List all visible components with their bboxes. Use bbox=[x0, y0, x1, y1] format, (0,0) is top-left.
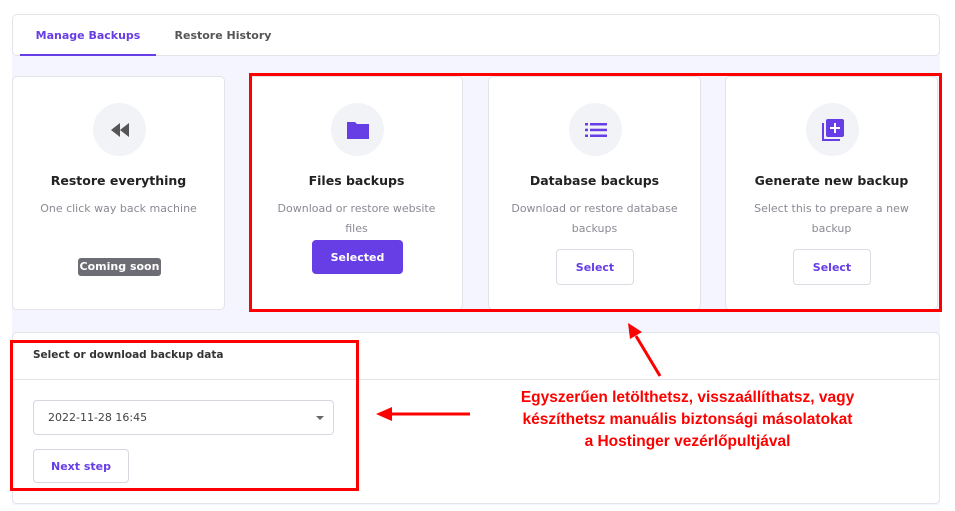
arrow-left bbox=[376, 407, 470, 421]
annotation-line: készíthetsz manuális biztonsági másolato… bbox=[522, 411, 853, 428]
annotation-line: Egyszerűen letölthetsz, visszaállíthatsz… bbox=[520, 389, 855, 406]
annotation-line: a Hostinger vezérlőpultjával bbox=[584, 433, 791, 450]
annotation-text: Egyszerűen letölthetsz, visszaállíthatsz… bbox=[460, 387, 915, 453]
arrow-up bbox=[628, 323, 662, 377]
